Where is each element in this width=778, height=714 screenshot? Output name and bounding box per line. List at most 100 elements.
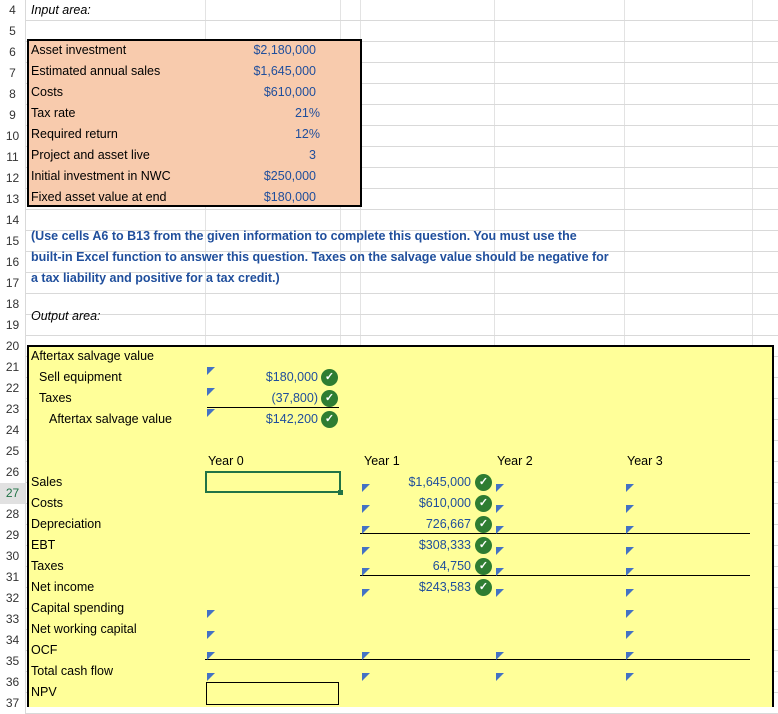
- row-number[interactable]: 19: [0, 315, 26, 336]
- cell-comment-flag: [626, 589, 634, 597]
- row-number[interactable]: 5: [0, 21, 26, 42]
- cell-comment-flag: [207, 631, 215, 639]
- cell-comment-flag: [626, 631, 634, 639]
- row-number[interactable]: 15: [0, 231, 26, 252]
- cell-comment-flag: [362, 484, 370, 492]
- cell-comment-flag: [626, 568, 634, 576]
- input-label: Initial investment in NWC: [31, 169, 171, 183]
- row-number[interactable]: 28: [0, 504, 26, 525]
- row-number[interactable]: 4: [0, 0, 26, 21]
- cell-comment-flag: [207, 673, 215, 681]
- row-number[interactable]: 18: [0, 294, 26, 315]
- row-number[interactable]: 36: [0, 672, 26, 693]
- cashflow-label: Total cash flow: [31, 664, 113, 678]
- cashflow-label: EBT: [31, 538, 56, 552]
- row-number[interactable]: 24: [0, 420, 26, 441]
- sell-equipment-value[interactable]: $180,000: [230, 367, 318, 388]
- input-label: Required return: [31, 127, 118, 141]
- input-value[interactable]: 12%: [210, 124, 320, 145]
- row-number[interactable]: 37: [0, 693, 26, 714]
- sum-underline: [360, 533, 750, 534]
- row-number[interactable]: 6: [0, 42, 26, 63]
- input-value[interactable]: $2,180,000: [210, 40, 316, 61]
- npv-input[interactable]: [206, 682, 339, 705]
- sell-equipment-label: Sell equipment: [39, 370, 122, 384]
- aftertax-salvage-value[interactable]: $142,200: [230, 409, 318, 430]
- row-number[interactable]: 33: [0, 609, 26, 630]
- input-value[interactable]: 21%: [210, 103, 320, 124]
- instruction-line: built-in Excel function to answer this q…: [31, 250, 609, 264]
- row-number[interactable]: 17: [0, 273, 26, 294]
- year1-value[interactable]: $308,333: [380, 535, 471, 556]
- sheet-row: 4: [0, 0, 778, 21]
- fill-handle[interactable]: [338, 490, 343, 495]
- cashflow-label: Costs: [31, 496, 63, 510]
- row-number[interactable]: 9: [0, 105, 26, 126]
- row-number[interactable]: 11: [0, 147, 26, 168]
- cashflow-label: Net working capital: [31, 622, 137, 636]
- year1-value[interactable]: 64,750: [380, 556, 471, 577]
- year-header: Year 2: [497, 454, 533, 468]
- row-number[interactable]: 7: [0, 63, 26, 84]
- row-number[interactable]: 13: [0, 189, 26, 210]
- row-number[interactable]: 29: [0, 525, 26, 546]
- salvage-taxes-label: Taxes: [39, 391, 72, 405]
- year1-value[interactable]: $1,645,000: [380, 472, 471, 493]
- cell-comment-flag: [207, 388, 215, 396]
- row-number[interactable]: 23: [0, 399, 26, 420]
- correct-check-icon: ✓: [475, 516, 492, 533]
- row-number[interactable]: 32: [0, 588, 26, 609]
- cashflow-label: Depreciation: [31, 517, 102, 531]
- input-value[interactable]: $180,000: [210, 187, 316, 208]
- cell-comment-flag: [362, 568, 370, 576]
- correct-check-icon: ✓: [321, 390, 338, 407]
- cell-comment-flag: [496, 526, 504, 534]
- sum-underline: [205, 659, 750, 660]
- cell-comment-flag: [626, 484, 634, 492]
- salvage-taxes-value[interactable]: (37,800): [230, 388, 318, 409]
- cashflow-label: NPV: [31, 685, 57, 699]
- cell-comment-flag: [207, 652, 215, 660]
- year0-sales-input[interactable]: [205, 471, 341, 493]
- row-number[interactable]: 31: [0, 567, 26, 588]
- cell-comment-flag: [496, 568, 504, 576]
- cell-comment-flag: [362, 589, 370, 597]
- input-area-header: Input area:: [31, 3, 91, 17]
- row-number[interactable]: 20: [0, 336, 26, 357]
- cell-comment-flag: [626, 610, 634, 618]
- cell-comment-flag: [496, 673, 504, 681]
- input-value[interactable]: $1,645,000: [210, 61, 316, 82]
- year1-value[interactable]: $243,583: [380, 577, 471, 598]
- row-number[interactable]: 27: [0, 483, 26, 504]
- year1-value[interactable]: 726,667: [380, 514, 471, 535]
- salvage-title: Aftertax salvage value: [31, 349, 154, 363]
- correct-check-icon: ✓: [475, 579, 492, 596]
- row-number[interactable]: 21: [0, 357, 26, 378]
- cell-comment-flag: [626, 505, 634, 513]
- input-value[interactable]: $250,000: [210, 166, 316, 187]
- correct-check-icon: ✓: [321, 411, 338, 428]
- row-number[interactable]: 30: [0, 546, 26, 567]
- row-number[interactable]: 12: [0, 168, 26, 189]
- row-number[interactable]: 10: [0, 126, 26, 147]
- row-number[interactable]: 8: [0, 84, 26, 105]
- cell-comment-flag: [207, 409, 215, 417]
- input-label: Tax rate: [31, 106, 76, 120]
- year1-value[interactable]: $610,000: [380, 493, 471, 514]
- input-value[interactable]: $610,000: [210, 82, 316, 103]
- input-value[interactable]: 3: [210, 145, 316, 166]
- row-number[interactable]: 34: [0, 630, 26, 651]
- row-number[interactable]: 26: [0, 462, 26, 483]
- input-label: Estimated annual sales: [31, 64, 161, 78]
- row-number[interactable]: 35: [0, 651, 26, 672]
- cell-comment-flag: [362, 652, 370, 660]
- row-number[interactable]: 14: [0, 210, 26, 231]
- row-number[interactable]: 22: [0, 378, 26, 399]
- year-header: Year 0: [208, 454, 244, 468]
- correct-check-icon: ✓: [475, 474, 492, 491]
- row-number[interactable]: 16: [0, 252, 26, 273]
- cashflow-label: OCF: [31, 643, 58, 657]
- cell-comment-flag: [207, 610, 215, 618]
- input-label: Project and asset live: [31, 148, 150, 162]
- row-number[interactable]: 25: [0, 441, 26, 462]
